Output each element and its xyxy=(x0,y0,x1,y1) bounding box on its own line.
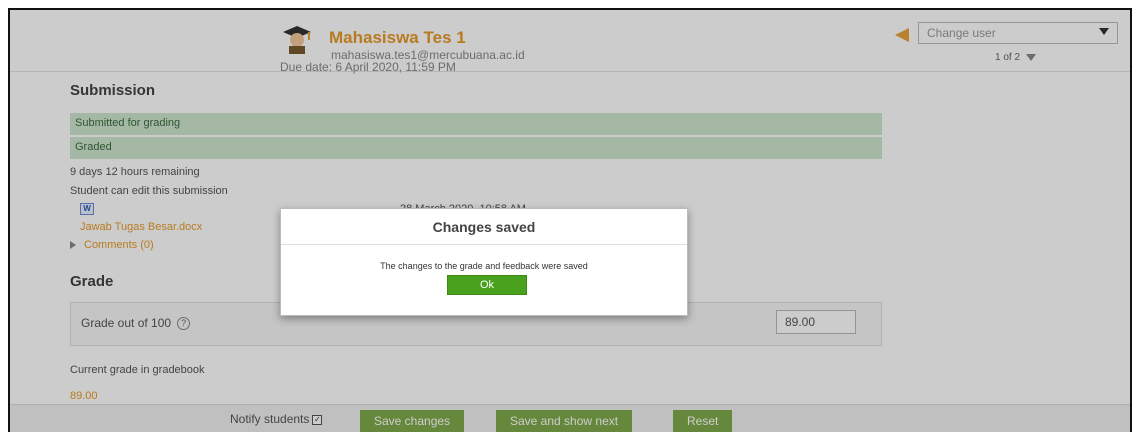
dialog-title: Changes saved xyxy=(281,209,687,245)
changes-saved-dialog: Changes saved The changes to the grade a… xyxy=(280,208,688,316)
grader-window: Mahasiswa Tes 1 mahasiswa.tes1@mercubuan… xyxy=(8,8,1132,432)
dialog-message: The changes to the grade and feedback we… xyxy=(380,261,588,271)
ok-button[interactable]: Ok xyxy=(447,275,527,295)
